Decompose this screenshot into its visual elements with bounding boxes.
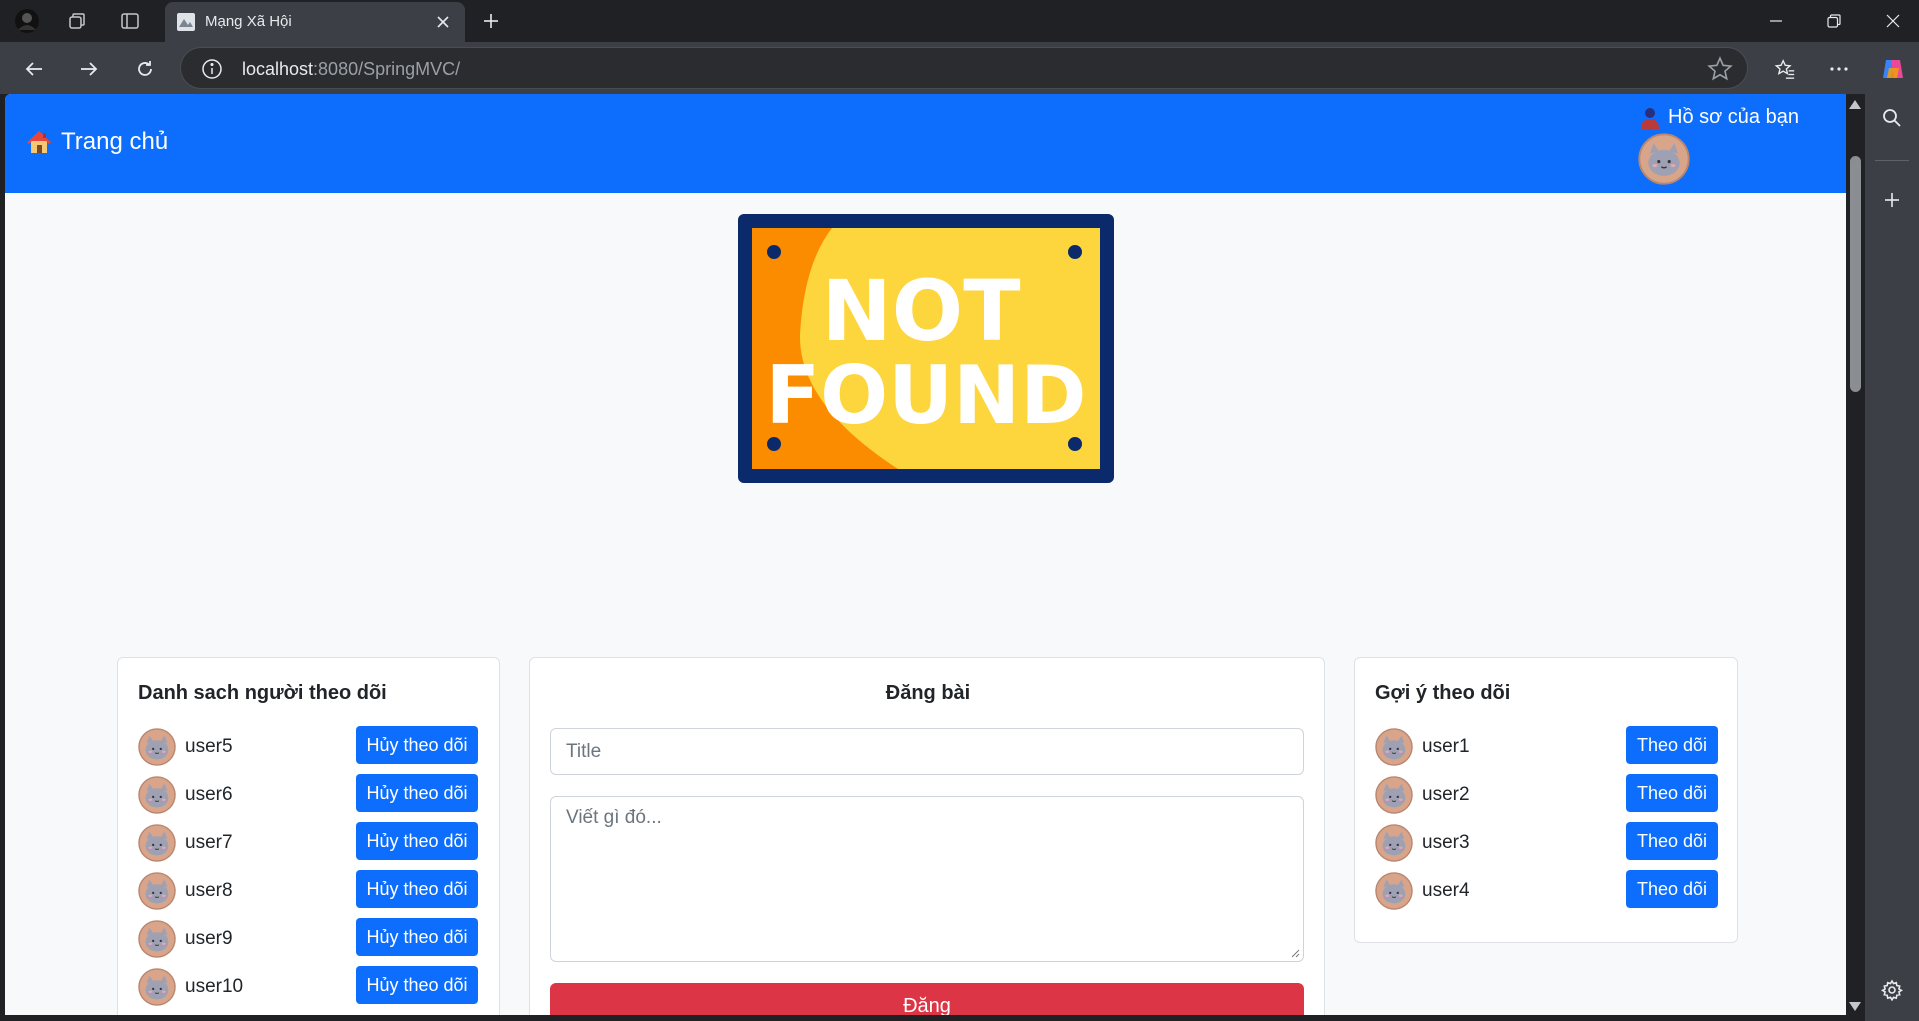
user-avatar[interactable]	[138, 728, 176, 766]
home-link[interactable]: Trang chủ	[25, 128, 168, 156]
unfollow-button[interactable]: Hủy theo dõi	[356, 726, 478, 764]
user-avatar[interactable]	[138, 968, 176, 1006]
house-icon	[27, 131, 51, 153]
follow-button[interactable]: Theo dõi	[1626, 870, 1718, 908]
post-title: Đăng bài	[885, 682, 971, 704]
user-name[interactable]: user3	[1422, 832, 1470, 854]
top-navbar: Trang chủ Hồ sơ của bạn	[5, 94, 1846, 193]
back-icon[interactable]	[19, 54, 49, 84]
user-row: user7 Hủy theo dõi	[138, 822, 478, 862]
favorite-star-icon[interactable]	[1707, 56, 1733, 82]
following-title: Danh sach người theo dõi	[138, 682, 387, 704]
nav-avatar[interactable]	[1638, 133, 1690, 185]
not-found-line2: FOUND	[766, 349, 1087, 442]
favorites-icon[interactable]	[1770, 54, 1800, 84]
copilot-icon[interactable]	[1878, 54, 1908, 84]
unfollow-button[interactable]: Hủy theo dõi	[356, 870, 478, 908]
unfollow-button[interactable]: Hủy theo dõi	[356, 774, 478, 812]
user-row: user8 Hủy theo dõi	[138, 870, 478, 910]
minimize-icon[interactable]	[1756, 6, 1796, 36]
url-text: localhost:8080/SpringMVC/	[242, 59, 460, 80]
sidebar-add-icon[interactable]	[1878, 186, 1906, 214]
user-avatar[interactable]	[1375, 824, 1413, 862]
unfollow-button[interactable]: Hủy theo dõi	[356, 918, 478, 956]
follow-button[interactable]: Theo dõi	[1626, 726, 1718, 764]
user-row: user2 Theo dõi	[1375, 774, 1718, 814]
restore-icon[interactable]	[1814, 6, 1854, 36]
user-row: user10 Hủy theo dõi	[138, 966, 478, 1006]
user-avatar[interactable]	[1375, 872, 1413, 910]
user-name[interactable]: user7	[185, 832, 233, 854]
page-viewport: Trang chủ Hồ sơ của bạn NOT FOUND Danh s…	[5, 94, 1846, 1015]
address-bar[interactable]: localhost:8080/SpringMVC/	[180, 47, 1748, 89]
vertical-tabs-icon[interactable]	[117, 8, 143, 34]
tab-close-icon[interactable]	[431, 10, 455, 34]
user-name[interactable]: user10	[185, 976, 243, 998]
forward-icon[interactable]	[74, 54, 104, 84]
active-tab[interactable]: Mạng Xã Hội	[165, 2, 465, 42]
site-info-icon[interactable]	[201, 58, 223, 80]
post-card: Đăng bài Đăng	[529, 657, 1325, 1015]
following-card: Danh sach người theo dõi user5 Hủy theo d…	[117, 657, 500, 1015]
user-name[interactable]: user1	[1422, 736, 1470, 758]
user-name[interactable]: user8	[185, 880, 233, 902]
sidebar-divider	[1875, 160, 1909, 161]
unfollow-button[interactable]: Hủy theo dõi	[356, 822, 478, 860]
post-body-textarea[interactable]	[550, 796, 1304, 962]
reload-icon[interactable]	[130, 54, 160, 84]
resize-grip-icon[interactable]	[1290, 948, 1300, 958]
profile-link[interactable]: Hồ sơ của bạn	[1640, 106, 1799, 129]
follow-button[interactable]: Theo dõi	[1626, 822, 1718, 860]
sidebar-search-icon[interactable]	[1878, 104, 1906, 132]
user-row: user5 Hủy theo dõi	[138, 726, 478, 766]
workspaces-icon[interactable]	[64, 8, 90, 34]
user-row: user6 Hủy theo dõi	[138, 774, 478, 814]
more-menu-icon[interactable]	[1824, 54, 1854, 84]
user-avatar[interactable]	[138, 776, 176, 814]
brand-label: Trang chủ	[61, 128, 169, 155]
user-name[interactable]: user4	[1422, 880, 1470, 902]
suggestions-card: Gợi ý theo dõi user1 Theo dõi user2 Theo dõ…	[1354, 657, 1738, 943]
suggestions-title: Gợi ý theo dõi	[1375, 682, 1511, 704]
profile-label: Hồ sơ của bạn	[1668, 106, 1799, 128]
scroll-down-arrow-icon[interactable]	[1849, 1002, 1861, 1011]
browser-side-panel	[1865, 94, 1919, 1021]
new-tab-icon[interactable]	[478, 8, 504, 34]
scrollbar-thumb[interactable]	[1850, 156, 1861, 392]
user-row: user3 Theo dõi	[1375, 822, 1718, 862]
scroll-up-arrow-icon[interactable]	[1849, 100, 1861, 109]
user-row: user1 Theo dõi	[1375, 726, 1718, 766]
user-avatar[interactable]	[138, 920, 176, 958]
browser-titlebar: Mạng Xã Hội	[0, 0, 1919, 42]
page-scrollbar[interactable]	[1846, 94, 1865, 1015]
close-window-icon[interactable]	[1873, 6, 1913, 36]
url-host: localhost	[242, 59, 314, 79]
submit-post-button[interactable]: Đăng	[550, 983, 1304, 1015]
user-icon	[1641, 107, 1659, 129]
user-row: user4 Theo dõi	[1375, 870, 1718, 910]
unfollow-button[interactable]: Hủy theo dõi	[356, 966, 478, 1004]
user-name[interactable]: user9	[185, 928, 233, 950]
user-name[interactable]: user5	[185, 736, 233, 758]
follow-button[interactable]: Theo dõi	[1626, 774, 1718, 812]
tab-favicon-icon	[177, 13, 195, 31]
tab-title: Mạng Xã Hội	[205, 13, 292, 30]
profile-avatar-icon[interactable]	[14, 8, 40, 34]
not-found-image: NOT FOUND	[738, 214, 1114, 483]
user-avatar[interactable]	[1375, 776, 1413, 814]
user-avatar[interactable]	[138, 824, 176, 862]
post-title-input[interactable]	[550, 728, 1304, 775]
user-avatar[interactable]	[138, 872, 176, 910]
not-found-line1: NOT	[821, 262, 1020, 360]
user-name[interactable]: user2	[1422, 784, 1470, 806]
user-row: user9 Hủy theo dõi	[138, 918, 478, 958]
url-path: :8080/SpringMVC/	[313, 59, 461, 79]
user-name[interactable]: user6	[185, 784, 233, 806]
user-avatar[interactable]	[1375, 728, 1413, 766]
sidebar-settings-icon[interactable]	[1878, 976, 1906, 1004]
browser-toolbar: localhost:8080/SpringMVC/	[0, 42, 1919, 94]
